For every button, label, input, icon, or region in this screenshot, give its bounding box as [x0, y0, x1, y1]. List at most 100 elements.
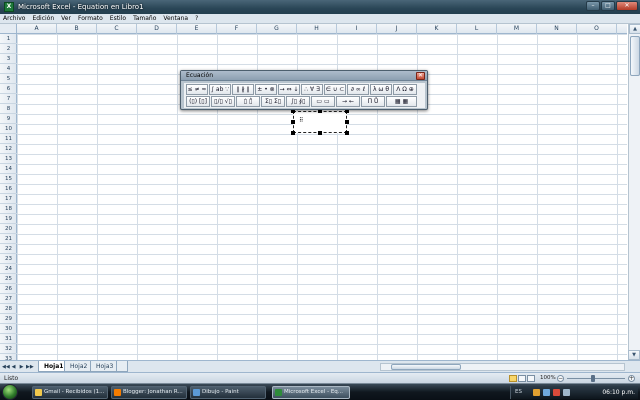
scroll-up-arrow[interactable]: ▲ — [629, 24, 640, 34]
fence-templates-button[interactable]: (▯) [▯] — [186, 96, 210, 107]
row-header-2[interactable]: 2 — [0, 44, 17, 54]
security-icon[interactable] — [553, 389, 560, 396]
row-header-23[interactable]: 23 — [0, 254, 17, 264]
row-header-18[interactable]: 18 — [0, 204, 17, 214]
misc-symbols-button[interactable]: ∂ ∞ ℓ — [347, 84, 369, 95]
last-sheet-button[interactable]: ▶▶ — [26, 363, 34, 371]
language-indicator[interactable]: ES — [515, 387, 522, 398]
column-header-d[interactable]: D — [137, 24, 177, 34]
embellishments-button[interactable]: ∥ ∦ ∥ — [232, 84, 254, 95]
zoom-level[interactable]: 100% — [540, 375, 556, 381]
select-all-corner[interactable] — [0, 24, 17, 34]
row-header-11[interactable]: 11 — [0, 134, 17, 144]
row-header-25[interactable]: 25 — [0, 274, 17, 284]
menu-tamano[interactable]: Tamaño — [133, 15, 156, 22]
column-header-b[interactable]: B — [57, 24, 97, 34]
summation-templates-button[interactable]: Σ▯ Σ▯ — [261, 96, 285, 107]
equation-toolbar-window[interactable]: Ecuación ✕ ≤ ≠ ≈ ∫ ab ∵ ∥ ∦ ∥ ± • ⊗ → ⇔ … — [180, 70, 428, 110]
page-break-view-icon[interactable] — [527, 375, 535, 382]
matrix-templates-button[interactable]: ▦ ▦ — [386, 96, 417, 107]
column-header-i[interactable]: I — [337, 24, 377, 34]
arrow-symbols-button[interactable]: → ⇔ ↓ — [278, 84, 300, 95]
network-icon[interactable] — [543, 389, 550, 396]
horizontal-scroll-thumb[interactable] — [391, 364, 461, 370]
tab-hoja3[interactable]: Hoja3 — [90, 361, 120, 372]
row-header-29[interactable]: 29 — [0, 314, 17, 324]
row-header-26[interactable]: 26 — [0, 284, 17, 294]
task-gmail[interactable]: Gmail - Recibidos (1... — [32, 386, 108, 399]
column-header-e[interactable]: E — [177, 24, 217, 34]
labeled-arrow-templates-button[interactable]: → ← — [336, 96, 360, 107]
row-header-22[interactable]: 22 — [0, 244, 17, 254]
menu-estilo[interactable]: Estilo — [110, 15, 126, 22]
integral-templates-button[interactable]: ∫▯ ∮▯ — [286, 96, 310, 107]
horizontal-scrollbar[interactable] — [380, 363, 625, 371]
resize-handle-sw[interactable] — [291, 131, 295, 135]
row-header-27[interactable]: 27 — [0, 294, 17, 304]
zoom-slider-knob[interactable] — [591, 375, 595, 382]
task-paint[interactable]: Dibujo - Paint — [190, 386, 266, 399]
row-header-28[interactable]: 28 — [0, 304, 17, 314]
row-header-24[interactable]: 24 — [0, 264, 17, 274]
zoom-slider-track[interactable] — [567, 378, 625, 379]
menu-ventana[interactable]: Ventana — [163, 15, 188, 22]
row-header-8[interactable]: 8 — [0, 104, 17, 114]
menu-help[interactable]: ? — [195, 15, 198, 22]
column-header-k[interactable]: K — [417, 24, 457, 34]
row-header-17[interactable]: 17 — [0, 194, 17, 204]
row-header-32[interactable]: 32 — [0, 344, 17, 354]
column-header-m[interactable]: M — [497, 24, 537, 34]
clock[interactable]: 06:10 p.m. — [602, 387, 635, 398]
zoom-in-button[interactable]: + — [628, 375, 635, 382]
page-layout-view-icon[interactable] — [518, 375, 526, 382]
menu-formato[interactable]: Formato — [78, 15, 103, 22]
row-header-30[interactable]: 30 — [0, 324, 17, 334]
column-header-a[interactable]: A — [17, 24, 57, 34]
column-header-f[interactable]: F — [217, 24, 257, 34]
menu-ver[interactable]: Ver — [61, 15, 71, 22]
task-blogger[interactable]: Blogger: Jonathan R... — [111, 386, 187, 399]
column-header-g[interactable]: G — [257, 24, 297, 34]
row-header-10[interactable]: 10 — [0, 124, 17, 134]
insert-sheet-icon[interactable] — [116, 361, 128, 372]
maximize-button[interactable]: □ — [601, 1, 615, 11]
resize-handle-w[interactable] — [291, 120, 295, 124]
resize-handle-s[interactable] — [318, 131, 322, 135]
column-header-l[interactable]: L — [457, 24, 497, 34]
row-header-7[interactable]: 7 — [0, 94, 17, 104]
normal-view-icon[interactable] — [509, 375, 517, 382]
row-header-14[interactable]: 14 — [0, 164, 17, 174]
column-header-h[interactable]: H — [297, 24, 337, 34]
row-header-15[interactable]: 15 — [0, 174, 17, 184]
greek-lowercase-button[interactable]: λ ω θ — [370, 84, 392, 95]
row-header-31[interactable]: 31 — [0, 334, 17, 344]
row-header-3[interactable]: 3 — [0, 54, 17, 64]
vertical-scroll-thumb[interactable] — [630, 36, 640, 76]
prev-sheet-button[interactable]: ◀ — [10, 363, 17, 371]
row-header-20[interactable]: 20 — [0, 224, 17, 234]
equation-toolbar-close-button[interactable]: ✕ — [416, 72, 425, 80]
tab-hoja2[interactable]: Hoja2 — [64, 361, 94, 372]
column-header-n[interactable]: N — [537, 24, 577, 34]
zoom-out-button[interactable]: − — [557, 375, 564, 382]
start-button-icon[interactable] — [2, 384, 18, 400]
column-header-c[interactable]: C — [97, 24, 137, 34]
row-header-1[interactable]: 1 — [0, 34, 17, 44]
subscript-superscript-templates-button[interactable]: ▯̇ ▯̂ — [236, 96, 260, 107]
first-sheet-button[interactable]: ◀◀ — [2, 363, 10, 371]
relational-symbols-button[interactable]: ≤ ≠ ≈ — [186, 84, 208, 95]
minimize-button[interactable]: – — [586, 1, 600, 11]
vertical-scrollbar[interactable]: ▲ ▼ — [628, 24, 640, 360]
fraction-radical-templates-button[interactable]: ▯/▯ √▯ — [211, 96, 235, 107]
column-header-o[interactable]: O — [577, 24, 617, 34]
excel-icon[interactable]: X — [4, 2, 14, 12]
next-sheet-button[interactable]: ▶ — [18, 363, 25, 371]
row-header-21[interactable]: 21 — [0, 234, 17, 244]
equation-toolbar-titlebar[interactable]: Ecuación ✕ — [181, 71, 427, 81]
scroll-down-arrow[interactable]: ▼ — [628, 350, 640, 360]
task-excel[interactable]: Microsoft Excel - Eq... — [272, 386, 350, 399]
row-header-9[interactable]: 9 — [0, 114, 17, 124]
operator-symbols-button[interactable]: ± • ⊗ — [255, 84, 277, 95]
equation-object[interactable]: ⠿ — [291, 109, 349, 135]
row-header-19[interactable]: 19 — [0, 214, 17, 224]
